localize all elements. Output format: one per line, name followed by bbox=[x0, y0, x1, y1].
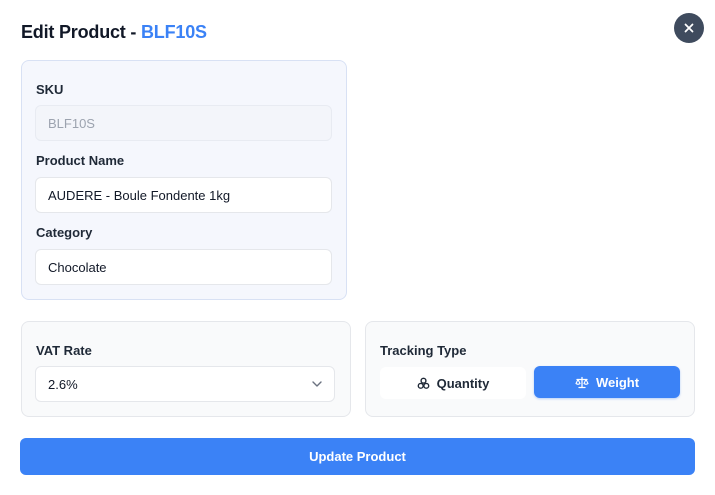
update-product-button[interactable]: Update Product bbox=[20, 438, 695, 475]
tracking-type-label: Tracking Type bbox=[380, 343, 467, 358]
tracking-quantity-label: Quantity bbox=[436, 375, 490, 391]
vat-rate-card: VAT Rate 2.6% bbox=[21, 321, 351, 417]
chevron-down-icon bbox=[312, 381, 322, 387]
scale-icon bbox=[575, 376, 589, 388]
close-icon bbox=[684, 23, 694, 33]
tracking-quantity-button[interactable]: Quantity bbox=[380, 367, 526, 399]
category-field[interactable]: Chocolate bbox=[35, 249, 332, 285]
tracking-weight-button[interactable]: Weight bbox=[534, 366, 680, 398]
vat-rate-select[interactable]: 2.6% bbox=[35, 366, 335, 402]
boxes-icon bbox=[417, 377, 430, 389]
tracking-weight-label: Weight bbox=[595, 374, 640, 390]
vat-rate-value: 2.6% bbox=[48, 376, 78, 392]
page-title: Edit Product - BLF10S bbox=[21, 22, 207, 43]
category-label: Category bbox=[36, 225, 93, 240]
vat-rate-label: VAT Rate bbox=[36, 343, 92, 358]
product-name-label: Product Name bbox=[36, 153, 125, 168]
sku-label: SKU bbox=[36, 82, 64, 97]
title-sku: BLF10S bbox=[141, 22, 207, 42]
product-name-field[interactable]: AUDERE - Boule Fondente 1kg bbox=[35, 177, 332, 213]
tracking-type-card: Tracking Type Quantity Weight bbox=[365, 321, 695, 417]
title-prefix: Edit Product - bbox=[21, 22, 141, 42]
sku-field: BLF10S bbox=[35, 105, 332, 141]
close-button[interactable] bbox=[674, 13, 704, 43]
product-details-card: SKU BLF10S Product Name AUDERE - Boule F… bbox=[21, 60, 347, 300]
